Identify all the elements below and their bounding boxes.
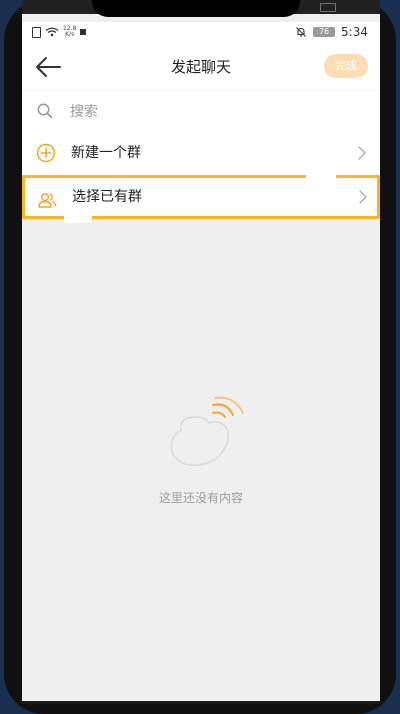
notifications-off-icon — [296, 27, 306, 37]
battery-level: 76 — [313, 27, 336, 37]
select-existing-group-item[interactable]: 选择已有群 — [22, 175, 380, 219]
search-icon — [37, 103, 53, 119]
recording-icon — [80, 29, 87, 35]
network-speed: 12.8 K/s — [63, 26, 76, 38]
select-existing-group-label: 选择已有群 — [72, 189, 142, 205]
status-left: 12.8 K/s — [32, 26, 87, 38]
status-time: 5:34 — [341, 25, 368, 39]
camera-notch — [92, 0, 300, 17]
bottom-edge — [22, 701, 380, 704]
empty-chat-illustration — [170, 396, 244, 467]
screen: 12.8 K/s 76 5:34 发起聊天 完成 搜索 新建一个群 选择已有群 … — [22, 0, 380, 702]
group-icon — [38, 192, 57, 208]
search-bar[interactable] — [22, 90, 380, 132]
wifi-icon — [45, 27, 59, 37]
chevron-right-icon — [358, 146, 366, 160]
done-button[interactable]: 完成 — [324, 54, 368, 78]
sim-card-icon — [32, 26, 41, 38]
net-speed-unit: K/s — [65, 31, 75, 38]
chevron-right-icon — [359, 190, 367, 204]
app-header: 发起聊天 完成 — [22, 44, 380, 90]
status-bar: 12.8 K/s 76 5:34 — [22, 22, 380, 44]
create-new-group-label: 新建一个群 — [71, 145, 141, 161]
search-input[interactable] — [68, 99, 362, 125]
add-circle-icon — [36, 143, 56, 163]
empty-state: 这里还没有内容 — [22, 395, 380, 506]
status-right: 76 5:34 — [295, 25, 368, 39]
ghost-battery-icon — [320, 3, 336, 12]
back-button[interactable] — [34, 55, 64, 79]
empty-state-text: 这里还没有内容 — [158, 491, 243, 505]
highlight-gap — [64, 216, 92, 223]
highlight-gap — [306, 170, 336, 178]
arrow-left-icon — [36, 57, 61, 77]
